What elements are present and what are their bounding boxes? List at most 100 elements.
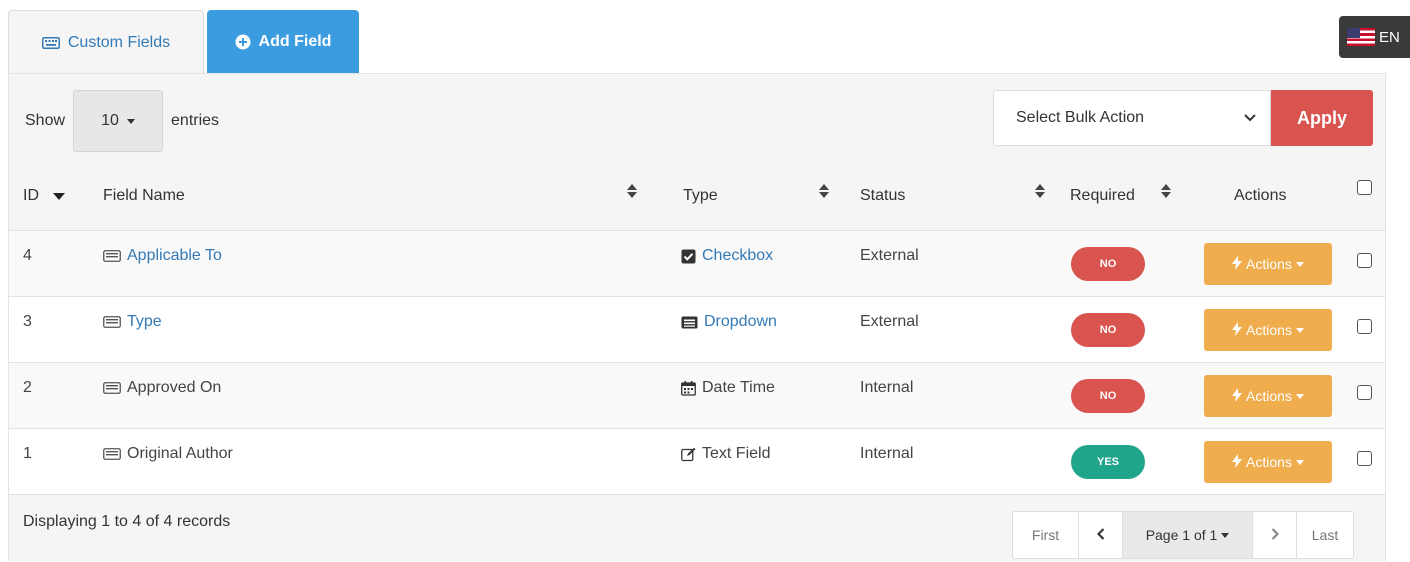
required-badge: YES <box>1071 445 1145 479</box>
table-row: 3 Type Dropdown External NO Actions <box>9 296 1385 362</box>
table-row: 1 Original Author Text Field Internal YE… <box>9 428 1385 494</box>
language-switcher[interactable]: EN <box>1339 16 1410 58</box>
header-status-label: Status <box>860 187 906 204</box>
actions-label: Actions <box>1246 256 1292 272</box>
status-text: Internal <box>860 445 914 462</box>
bulk-action-value: Select Bulk Action <box>1016 109 1145 126</box>
actions-button[interactable]: Actions <box>1204 243 1332 285</box>
records-summary: Displaying 1 to 4 of 4 records <box>23 513 231 530</box>
field-type-link[interactable]: Checkbox <box>681 247 773 265</box>
tab-custom-fields-label: Custom Fields <box>67 33 171 51</box>
row-checkbox[interactable] <box>1357 253 1372 268</box>
caret-down-icon <box>1295 261 1304 267</box>
tab-custom-fields[interactable]: Custom Fields <box>8 10 204 74</box>
row-checkbox[interactable] <box>1357 385 1372 400</box>
us-flag-icon <box>1347 28 1375 46</box>
sort-icon[interactable] <box>1161 184 1171 198</box>
field-name-text: Original Author <box>103 445 233 463</box>
sort-icon[interactable] <box>819 184 829 198</box>
field-name-label: Type <box>127 313 162 330</box>
entries-control: Show 10 entries <box>25 90 219 152</box>
actions-button[interactable]: Actions <box>1204 441 1332 483</box>
bolt-icon <box>1232 387 1243 405</box>
status-text: External <box>860 313 919 330</box>
field-name-label: Applicable To <box>127 247 222 264</box>
row-checkbox[interactable] <box>1357 319 1372 334</box>
language-label: EN <box>1379 28 1400 46</box>
header-field-name[interactable]: Field Name <box>103 162 185 230</box>
entries-label: entries <box>171 112 220 129</box>
field-type-label: Dropdown <box>704 313 777 330</box>
row-id: 1 <box>23 445 32 462</box>
header-actions-label: Actions <box>1234 187 1287 204</box>
tab-bar: Custom Fields Add Field <box>8 10 362 74</box>
bolt-icon <box>1232 255 1243 273</box>
status-text: External <box>860 247 919 264</box>
next-page-button[interactable] <box>1253 512 1297 558</box>
header-type[interactable]: Type <box>683 162 718 230</box>
header-status[interactable]: Status <box>860 162 905 230</box>
keyboard-icon <box>103 382 121 394</box>
field-name-label: Approved On <box>127 379 222 396</box>
keyboard-icon <box>41 36 60 49</box>
caret-down-icon <box>1295 393 1304 399</box>
field-type-text: Text Field <box>681 445 770 463</box>
select-all-checkbox[interactable] <box>1357 180 1372 195</box>
prev-page-button[interactable] <box>1079 512 1123 558</box>
required-badge: NO <box>1071 379 1145 413</box>
field-name-link[interactable]: Type <box>103 313 162 331</box>
field-type-label: Text Field <box>702 445 771 462</box>
field-name-label: Original Author <box>127 445 233 462</box>
keyboard-icon <box>103 448 121 460</box>
header-type-label: Type <box>683 187 718 204</box>
chevron-right-icon <box>1271 527 1279 543</box>
tab-add-field-label: Add Field <box>258 33 332 50</box>
caret-down-icon <box>1221 532 1230 538</box>
field-type-link[interactable]: Dropdown <box>681 313 777 331</box>
header-id-label: ID <box>23 187 39 204</box>
first-page-button[interactable]: First <box>1013 512 1079 558</box>
sort-icon[interactable] <box>627 184 637 198</box>
row-id: 2 <box>23 379 32 396</box>
calendar-icon <box>681 380 696 396</box>
field-type-label: Date Time <box>702 379 775 396</box>
table-header: ID Field Name Type Status Required Actio… <box>9 162 1385 230</box>
field-name-link[interactable]: Applicable To <box>103 247 222 265</box>
actions-label: Actions <box>1246 454 1292 470</box>
row-checkbox[interactable] <box>1357 451 1372 466</box>
chevron-left-icon <box>1096 527 1105 543</box>
header-required-label: Required <box>1070 187 1135 204</box>
table-footer: Displaying 1 to 4 of 4 records First Pag… <box>9 494 1385 562</box>
required-badge: NO <box>1071 313 1145 347</box>
header-id[interactable]: ID <box>23 162 65 230</box>
entries-select[interactable]: 10 <box>73 90 164 152</box>
actions-button[interactable]: Actions <box>1204 309 1332 351</box>
page-select-label: Page 1 of 1 <box>1145 527 1218 543</box>
header-required[interactable]: Required <box>1070 162 1135 230</box>
field-type-label: Checkbox <box>702 247 774 264</box>
show-label: Show <box>25 112 66 129</box>
tab-add-field[interactable]: Add Field <box>207 10 359 74</box>
bolt-icon <box>1232 321 1243 339</box>
last-page-button[interactable]: Last <box>1297 512 1353 558</box>
table-row: 2 Approved On Date Time Internal NO Acti… <box>9 362 1385 428</box>
sort-icon[interactable] <box>1035 184 1045 198</box>
field-name-text: Approved On <box>103 379 221 397</box>
pagination: First Page 1 of 1 Last <box>1012 511 1354 559</box>
actions-button[interactable]: Actions <box>1204 375 1332 417</box>
bulk-action-select[interactable]: Select Bulk Action <box>993 90 1271 146</box>
dropdown-icon <box>681 316 698 329</box>
entries-value: 10 <box>101 112 119 129</box>
apply-button[interactable]: Apply <box>1271 90 1373 146</box>
row-id: 4 <box>23 247 32 264</box>
caret-down-icon <box>1295 459 1304 465</box>
actions-label: Actions <box>1246 388 1292 404</box>
bolt-icon <box>1232 453 1243 471</box>
header-actions: Actions <box>1234 162 1286 230</box>
table-row: 4 Applicable To Checkbox External NO Act… <box>9 230 1385 296</box>
custom-fields-panel: Show 10 entries Select Bulk Action Apply… <box>8 73 1386 561</box>
plus-circle-icon <box>235 34 251 50</box>
keyboard-icon <box>103 250 121 262</box>
page-select[interactable]: Page 1 of 1 <box>1123 512 1253 558</box>
checkbox-icon <box>681 249 696 264</box>
